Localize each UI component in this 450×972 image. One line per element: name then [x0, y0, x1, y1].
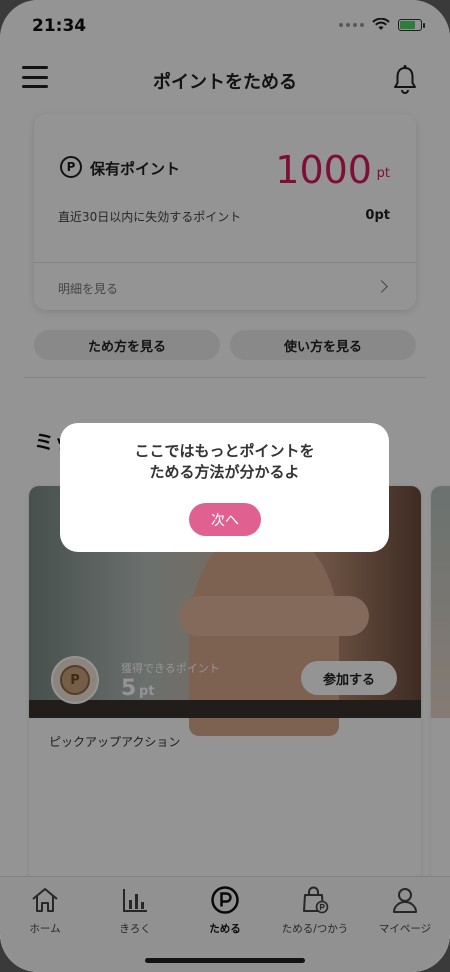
coach-mark-tooltip: ここではもっとポイントを ためる方法が分かるよ 次へ	[60, 423, 389, 552]
tooltip-line-1: ここではもっとポイントを	[134, 442, 315, 460]
tooltip-line-2: ためる方法が分かるよ	[149, 463, 300, 481]
tooltip-message: ここではもっとポイントを ためる方法が分かるよ	[60, 441, 389, 483]
phone-screen: 21:34 ポイントをためる P 保有ポイント 1000 pt 直近30日以内に…	[0, 0, 450, 972]
next-button[interactable]: 次へ	[189, 503, 261, 536]
